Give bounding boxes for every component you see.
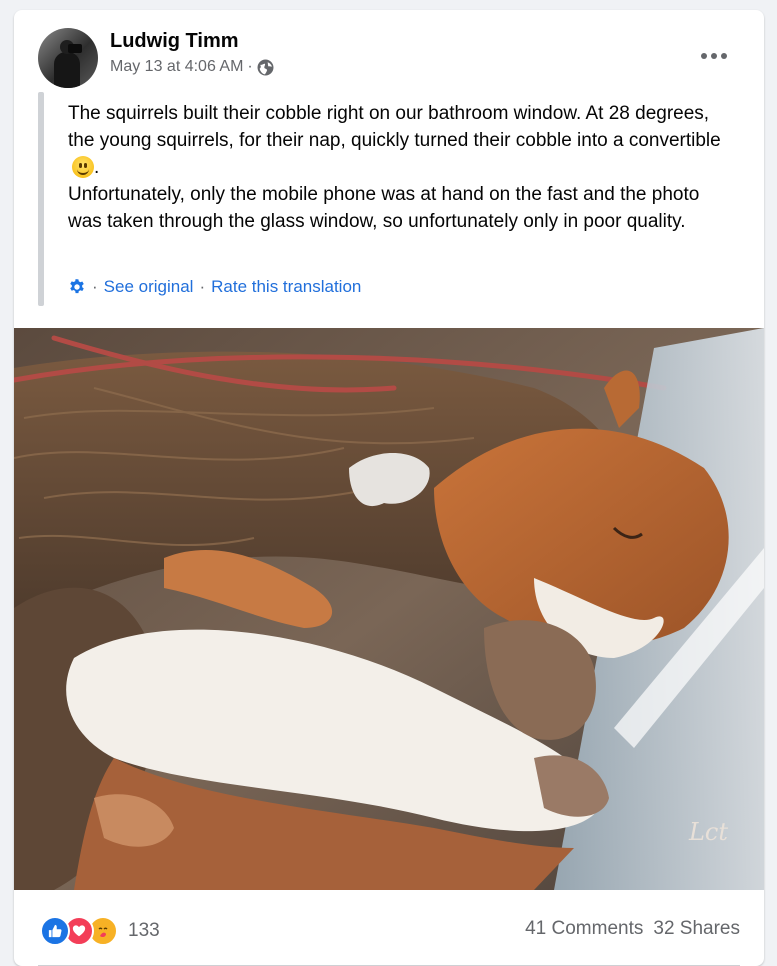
more-dot [711, 53, 717, 59]
post-timestamp[interactable]: May 13 at 4:06 AM [110, 58, 243, 76]
reactions-summary[interactable]: 133 [40, 916, 160, 946]
post-text-line-1-end: . [94, 157, 100, 178]
slightly-smiling-face-icon [72, 156, 94, 178]
post-card: Ludwig Timm May 13 at 4:06 AM · The squi… [14, 10, 764, 966]
squirrels-photo-illustration [14, 328, 764, 890]
post-paragraph-2: Unfortunately, only the mobile phone was… [68, 184, 700, 232]
avatar-camera [68, 44, 82, 53]
comments-count[interactable]: 41 Comments [525, 918, 643, 940]
post-paragraph-1: The squirrels built their cobble right o… [68, 100, 738, 181]
meta-separator: · [247, 58, 253, 75]
gear-icon[interactable] [68, 278, 86, 296]
post-photo[interactable]: Lct [14, 328, 764, 890]
globe-icon[interactable] [257, 59, 274, 76]
reaction-count[interactable]: 133 [128, 920, 160, 942]
shares-count[interactable]: 32 Shares [653, 918, 740, 940]
avatar[interactable] [38, 28, 98, 88]
translation-row: · See original · Rate this translation [68, 277, 361, 297]
more-dot [701, 53, 707, 59]
post-text-line-1: The squirrels built their cobble right o… [68, 103, 721, 151]
translation-separator: · [92, 277, 98, 296]
rate-translation-link[interactable]: Rate this translation [211, 277, 361, 297]
author-name[interactable]: Ludwig Timm [110, 30, 239, 53]
see-original-link[interactable]: See original [104, 277, 194, 297]
more-options-button[interactable] [696, 44, 732, 68]
avatar-figure [54, 52, 80, 88]
translation-quote-bar [38, 92, 44, 306]
post-footer: 133 41 Comments 32 Shares [14, 890, 764, 966]
post-header: Ludwig Timm May 13 at 4:06 AM · [38, 28, 744, 88]
post-text: The squirrels built their cobble right o… [68, 100, 738, 235]
photo-watermark: Lct [688, 818, 728, 846]
more-dot [721, 53, 727, 59]
like-icon [40, 916, 70, 946]
post-meta: May 13 at 4:06 AM · [110, 58, 274, 76]
translation-separator: · [199, 277, 206, 296]
engagement-counts: 41 Comments 32 Shares [525, 918, 740, 940]
